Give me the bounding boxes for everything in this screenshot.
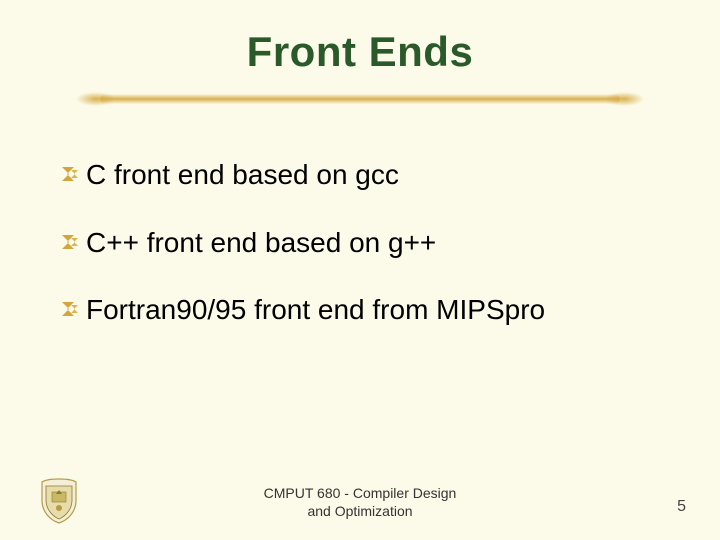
bullet-text: C front end based on gcc <box>86 158 399 192</box>
bullet-item: Fortran90/95 front end from MIPSpro <box>60 293 660 327</box>
footer-line-1: CMPUT 680 - Compiler Design <box>0 485 720 503</box>
page-number: 5 <box>677 498 686 516</box>
slide-title: Front Ends <box>0 28 720 76</box>
content-area: C front end based on gcc C++ front end b… <box>0 110 720 327</box>
footer-text: CMPUT 680 - Compiler Design and Optimiza… <box>0 485 720 520</box>
title-underline <box>100 88 620 110</box>
footer-line-2: and Optimization <box>0 503 720 521</box>
bullet-text: C++ front end based on g++ <box>86 226 436 260</box>
footer: CMPUT 680 - Compiler Design and Optimiza… <box>0 474 720 524</box>
bullet-text: Fortran90/95 front end from MIPSpro <box>86 293 545 327</box>
bullet-item: C front end based on gcc <box>60 158 660 192</box>
bullet-item: C++ front end based on g++ <box>60 226 660 260</box>
bullet-icon <box>60 299 82 324</box>
brush-rule-icon <box>100 94 620 104</box>
bullet-icon <box>60 164 82 189</box>
title-area: Front Ends <box>0 0 720 110</box>
bullet-icon <box>60 232 82 257</box>
